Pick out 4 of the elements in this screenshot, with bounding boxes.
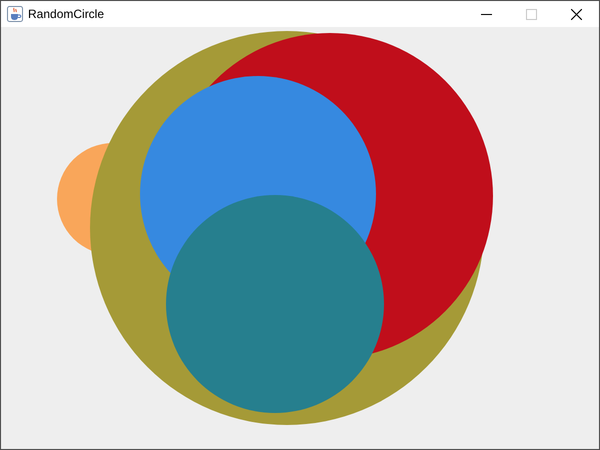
close-icon <box>571 8 582 20</box>
maximize-icon <box>526 8 537 20</box>
coffee-cup-icon <box>7 6 23 22</box>
window-title: RandomCircle <box>28 6 104 23</box>
